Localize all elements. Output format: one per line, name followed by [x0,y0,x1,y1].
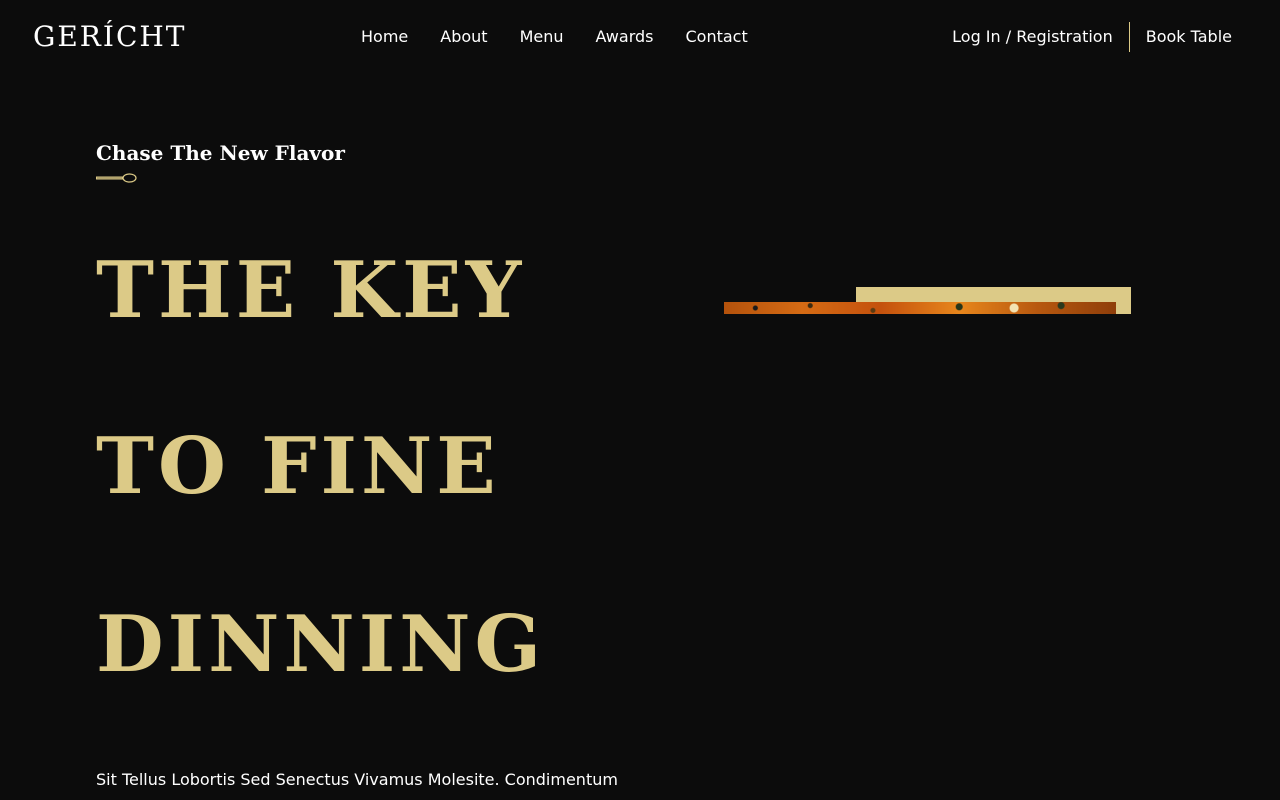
headline-line-2: TO FINE [96,421,500,512]
main-nav: Home About Menu Awards Contact [361,26,748,48]
hero-food-image [724,302,1116,314]
book-table-link[interactable]: Book Table [1130,26,1232,48]
nav-link-contact[interactable]: Contact [685,26,747,48]
nav-link-awards[interactable]: Awards [596,26,654,48]
hero-subtitle: Chase The New Flavor [96,141,345,165]
nav-link-menu[interactable]: Menu [520,26,564,48]
headline-line-1: THE KEY [96,245,526,336]
hero-description: Sit Tellus Lobortis Sed Senectus Vivamus… [96,770,618,789]
spoon-bowl [122,173,137,183]
nav-link-about[interactable]: About [440,26,487,48]
nav-actions: Log In / Registration Book Table [952,22,1232,52]
nav-link-home[interactable]: Home [361,26,408,48]
login-registration-link[interactable]: Log In / Registration [952,26,1129,48]
spoon-icon [96,173,137,183]
headline-line-3: DINNING [96,599,546,690]
brand-logo[interactable]: GERÍCHT [33,18,186,56]
navbar: GERÍCHT Home About Menu Awards Contact L… [0,0,1280,75]
